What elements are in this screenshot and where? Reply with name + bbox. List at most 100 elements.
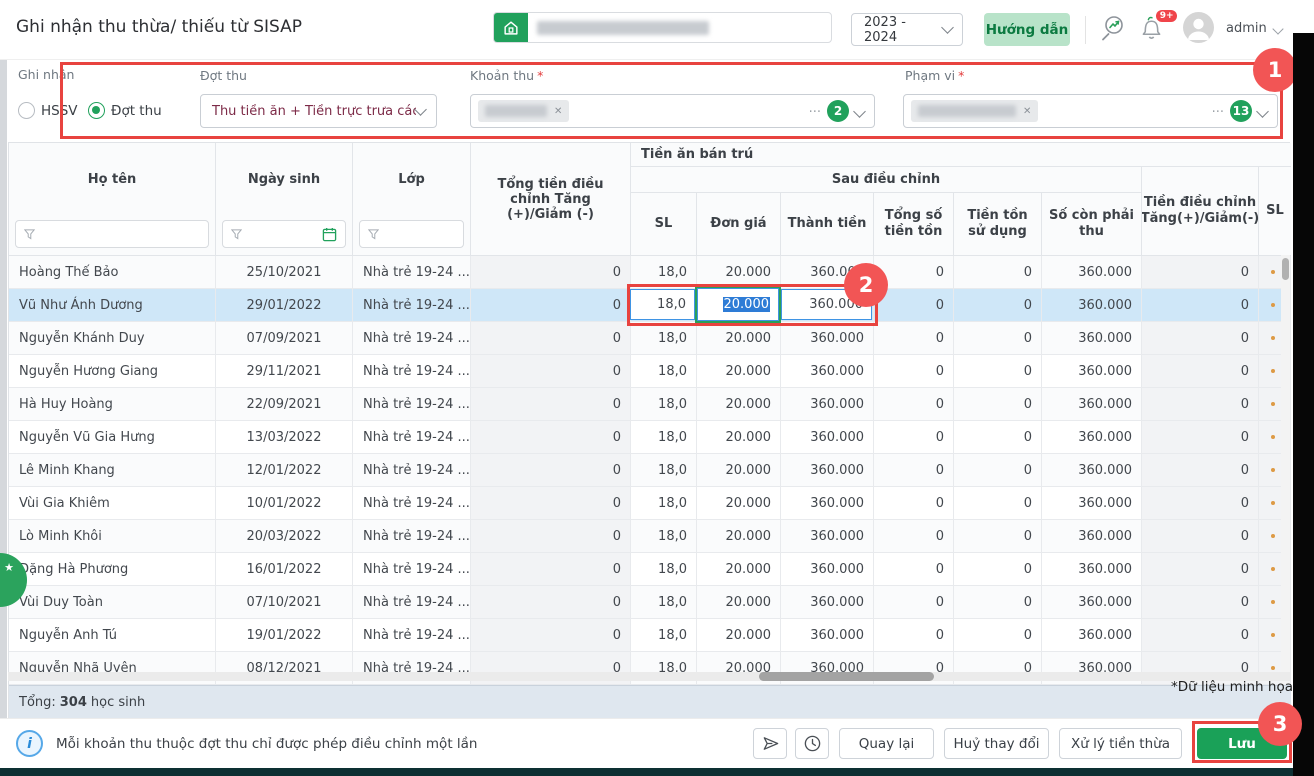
cell-amount[interactable]: 360.000 <box>781 487 874 520</box>
chevron-down-icon[interactable] <box>1272 23 1284 35</box>
horizontal-scrollbar-thumb[interactable] <box>759 672 934 681</box>
cell-class[interactable]: Nhà trẻ 19-24 ... <box>353 256 471 289</box>
cell-fund-used[interactable]: 0 <box>954 322 1042 355</box>
cell-sl[interactable]: 18,0 <box>631 520 697 553</box>
table-row[interactable]: Nguyễn Vũ Gia Hưng 13/03/2022 Nhà trẻ 19… <box>9 421 1291 454</box>
table-row[interactable]: Hà Huy Hoàng 22/09/2021 Nhà trẻ 19-24 ..… <box>9 388 1291 421</box>
cell-dob[interactable]: 20/03/2022 <box>216 520 353 553</box>
cell-unit-price[interactable]: 20.000 <box>697 487 781 520</box>
cell-unit-price[interactable]: 20.000 <box>697 520 781 553</box>
school-name-field[interactable] <box>528 13 831 42</box>
cell-fund-total[interactable]: 0 <box>874 520 954 553</box>
cell-unit-price[interactable]: 20.000 <box>697 388 781 421</box>
cell-name[interactable]: Đặng Hà Phương <box>9 553 216 586</box>
cell-adjust[interactable]: 0 <box>1142 454 1259 487</box>
cell-unit-price[interactable]: 20.000 <box>697 322 781 355</box>
cell-name[interactable]: Hoàng Thế Bảo <box>9 256 216 289</box>
cell-adjust[interactable]: 0 <box>1142 553 1259 586</box>
cell-amount[interactable]: 360.000 <box>781 619 874 652</box>
table-row[interactable]: Đặng Hà Phương 16/01/2022 Nhà trẻ 19-24 … <box>9 553 1291 586</box>
cell-remaining[interactable]: 360.000 <box>1042 586 1142 619</box>
col-header-fund-total[interactable]: Tổng số tiền tồn <box>874 193 954 256</box>
col-header-sl[interactable]: SL <box>631 193 697 256</box>
cancel-changes-button[interactable]: Huỷ thay đổi <box>944 728 1049 759</box>
cell-sl[interactable]: 18,0 <box>631 553 697 586</box>
col-header-adjust[interactable]: Tiền điều chỉnh Tăng(+)/Giảm(-) <box>1141 167 1259 256</box>
cell-class[interactable]: Nhà trẻ 19-24 ... <box>353 487 471 520</box>
cell-class[interactable]: Nhà trẻ 19-24 ... <box>353 454 471 487</box>
cell-remaining[interactable]: 360.000 <box>1042 520 1142 553</box>
cell-remaining[interactable]: 360.000 <box>1042 256 1142 289</box>
cell-amount[interactable]: 360.000 <box>781 421 874 454</box>
cell-name[interactable]: Lò Minh Khôi <box>9 520 216 553</box>
cell-adjust[interactable]: 0 <box>1142 388 1259 421</box>
cell-adjust[interactable]: 0 <box>1142 619 1259 652</box>
cell-sl[interactable]: 18,0 <box>631 322 697 355</box>
vertical-scrollbar[interactable] <box>1281 255 1290 684</box>
school-year-select[interactable]: 2023 - 2024 <box>851 13 963 46</box>
cell-adjust[interactable]: 0 <box>1142 355 1259 388</box>
cell-class[interactable]: Nhà trẻ 19-24 ... <box>353 520 471 553</box>
cell-fund-total[interactable]: 0 <box>874 421 954 454</box>
col-header-fund-used[interactable]: Tiền tồn sử dụng <box>954 193 1042 256</box>
cell-total-adjust[interactable]: 0 <box>471 487 631 520</box>
cell-name[interactable]: Hà Huy Hoàng <box>9 388 216 421</box>
cell-class[interactable]: Nhà trẻ 19-24 ... <box>353 553 471 586</box>
cell-remaining[interactable]: 360.000 <box>1042 355 1142 388</box>
col-header-remaining[interactable]: Số còn phải thu <box>1042 193 1142 256</box>
cell-remaining[interactable]: 360.000 <box>1042 619 1142 652</box>
cell-class[interactable]: Nhà trẻ 19-24 ... <box>353 619 471 652</box>
cell-amount[interactable]: 360.000 <box>781 355 874 388</box>
cell-fund-used[interactable]: 0 <box>954 553 1042 586</box>
cell-fund-used[interactable]: 0 <box>954 256 1042 289</box>
cell-fund-total[interactable]: 0 <box>874 586 954 619</box>
table-row[interactable]: Lê Minh Khang 12/01/2022 Nhà trẻ 19-24 .… <box>9 454 1291 487</box>
cell-dob[interactable]: 07/09/2021 <box>216 322 353 355</box>
cell-adjust[interactable]: 0 <box>1142 586 1259 619</box>
cell-unit-price[interactable]: 20.000 <box>697 421 781 454</box>
cell-dob[interactable]: 16/01/2022 <box>216 553 353 586</box>
cell-sl[interactable]: 18,0 <box>631 388 697 421</box>
cell-adjust[interactable]: 0 <box>1142 520 1259 553</box>
cell-unit-price[interactable]: 20.000 <box>697 454 781 487</box>
cell-amount[interactable]: 360.000 <box>781 454 874 487</box>
table-row[interactable]: Vùi Gia Khiêm 10/01/2022 Nhà trẻ 19-24 .… <box>9 487 1291 520</box>
cell-total-adjust[interactable]: 0 <box>471 421 631 454</box>
cell-name[interactable]: Vũ Như Ánh Dương <box>9 289 216 322</box>
cell-total-adjust[interactable]: 0 <box>471 454 631 487</box>
cell-dob[interactable]: 19/01/2022 <box>216 619 353 652</box>
col-header-amount[interactable]: Thành tiền <box>781 193 874 256</box>
handle-excess-button[interactable]: Xử lý tiền thừa <box>1059 728 1182 759</box>
col-header-next-sl[interactable]: SL <box>1259 167 1291 256</box>
history-button[interactable] <box>795 728 829 759</box>
cell-remaining[interactable]: 360.000 <box>1042 388 1142 421</box>
send-button[interactable] <box>753 728 787 759</box>
cell-fund-used[interactable]: 0 <box>954 586 1042 619</box>
cell-remaining[interactable]: 360.000 <box>1042 421 1142 454</box>
cell-amount[interactable]: 360.000 <box>781 322 874 355</box>
cell-unit-price[interactable]: 20.000 <box>697 355 781 388</box>
cell-adjust[interactable]: 0 <box>1142 256 1259 289</box>
class-filter-input[interactable] <box>359 220 464 248</box>
cell-name[interactable]: Lê Minh Khang <box>9 454 216 487</box>
cell-name[interactable]: Vùi Gia Khiêm <box>9 487 216 520</box>
cell-remaining[interactable]: 360.000 <box>1042 487 1142 520</box>
cell-adjust[interactable]: 0 <box>1142 421 1259 454</box>
cell-dob[interactable]: 10/01/2022 <box>216 487 353 520</box>
cell-remaining[interactable]: 360.000 <box>1042 553 1142 586</box>
cell-amount[interactable]: 360.000 <box>781 388 874 421</box>
cell-name[interactable]: Nguyễn Vũ Gia Hưng <box>9 421 216 454</box>
horizontal-scrollbar[interactable] <box>8 672 1290 681</box>
cell-dob[interactable]: 25/10/2021 <box>216 256 353 289</box>
cell-class[interactable]: Nhà trẻ 19-24 ... <box>353 388 471 421</box>
col-header-dob[interactable]: Ngày sinh <box>216 143 353 256</box>
cell-unit-price[interactable]: 20.000 <box>697 553 781 586</box>
cell-unit-price[interactable]: 20.000 <box>697 619 781 652</box>
col-header-unit-price[interactable]: Đơn giá <box>697 193 781 256</box>
cell-fund-used[interactable]: 0 <box>954 454 1042 487</box>
col-header-class[interactable]: Lớp <box>353 143 471 256</box>
cell-remaining[interactable]: 360.000 <box>1042 322 1142 355</box>
cell-fund-used[interactable]: 0 <box>954 388 1042 421</box>
cell-unit-price[interactable]: 20.000 <box>697 586 781 619</box>
cell-class[interactable]: Nhà trẻ 19-24 ... <box>353 289 471 322</box>
